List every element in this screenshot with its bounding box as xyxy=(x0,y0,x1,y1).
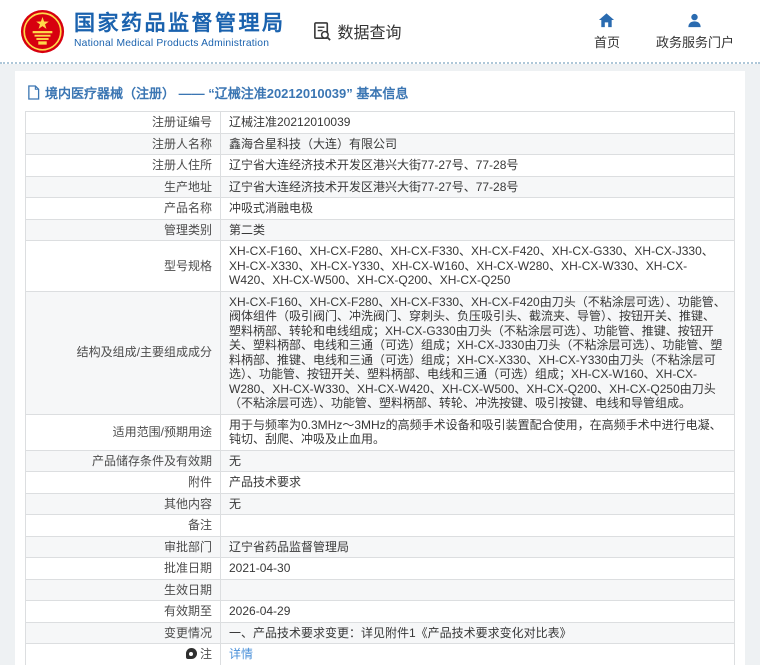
table-row: 管理类别第二类 xyxy=(26,219,735,241)
row-value: XH-CX-F160、XH-CX-F280、XH-CX-F330、XH-CX-F… xyxy=(221,291,735,414)
table-row: 备注 xyxy=(26,515,735,537)
table-row: 注册人名称鑫海合星科技（大连）有限公司 xyxy=(26,133,735,155)
row-label: 产品名称 xyxy=(26,198,221,220)
row-label: 其他内容 xyxy=(26,493,221,515)
row-value: 辽宁省大连经济技术开发区港兴大街77-27号、77-28号 xyxy=(221,155,735,177)
row-label: 有效期至 xyxy=(26,601,221,623)
row-value xyxy=(221,579,735,601)
logo-text-block: 国家药品监督管理局 National Medical Products Admi… xyxy=(74,13,286,48)
site-subtitle: National Medical Products Administration xyxy=(74,38,286,49)
table-row: 产品储存条件及有效期无 xyxy=(26,450,735,472)
row-value: 详情 xyxy=(221,644,735,665)
row-label: 生产地址 xyxy=(26,176,221,198)
breadcrumb: 境内医疗器械（注册） —— “辽械注准20212010039” 基本信息 xyxy=(25,73,735,111)
nav-item-home-label: 首页 xyxy=(594,32,620,51)
row-value: 产品技术要求 xyxy=(221,472,735,494)
row-value: 第二类 xyxy=(221,219,735,241)
table-row: 产品名称冲吸式消融电极 xyxy=(26,198,735,220)
row-label: 备注 xyxy=(26,515,221,537)
row-label: 适用范围/预期用途 xyxy=(26,414,221,450)
row-label: 变更情况 xyxy=(26,622,221,644)
row-value: 2026-04-29 xyxy=(221,601,735,623)
data-query-label: 数据查询 xyxy=(338,19,402,43)
row-label: 附件 xyxy=(26,472,221,494)
row-label: 管理类别 xyxy=(26,219,221,241)
row-label: 产品储存条件及有效期 xyxy=(26,450,221,472)
row-value: 辽宁省大连经济技术开发区港兴大街77-27号、77-28号 xyxy=(221,176,735,198)
row-label: 注册证编号 xyxy=(26,112,221,134)
info-table: 注册证编号辽械注准20212010039注册人名称鑫海合星科技（大连）有限公司注… xyxy=(25,111,735,665)
row-value xyxy=(221,515,735,537)
nav-item-service-portal[interactable]: 政务服务门户 xyxy=(656,12,734,51)
row-value: 用于与频率为0.3MHz～3MHz的高频手术设备和吸引装置配合使用，在高频手术中… xyxy=(221,414,735,450)
row-value: 辽械注准20212010039 xyxy=(221,112,735,134)
table-row: 变更情况一、产品技术要求变更：详见附件1《产品技术要求变化对比表》 xyxy=(26,622,735,644)
table-row: 适用范围/预期用途用于与频率为0.3MHz～3MHz的高频手术设备和吸引装置配合… xyxy=(26,414,735,450)
table-row: 有效期至2026-04-29 xyxy=(26,601,735,623)
table-row: 型号规格XH-CX-F160、XH-CX-F280、XH-CX-F330、XH-… xyxy=(26,241,735,292)
table-row: 生产地址辽宁省大连经济技术开发区港兴大街77-27号、77-28号 xyxy=(26,176,735,198)
table-row: 批准日期2021-04-30 xyxy=(26,558,735,580)
row-label: 注册人名称 xyxy=(26,133,221,155)
table-row: 注册人住所辽宁省大连经济技术开发区港兴大街77-27号、77-28号 xyxy=(26,155,735,177)
row-label: 注 xyxy=(26,644,221,665)
page-body: 境内医疗器械（注册） —— “辽械注准20212010039” 基本信息 注册证… xyxy=(0,64,760,665)
info-table-body: 注册证编号辽械注准20212010039注册人名称鑫海合星科技（大连）有限公司注… xyxy=(26,112,735,665)
row-value: 一、产品技术要求变更：详见附件1《产品技术要求变化对比表》 xyxy=(221,622,735,644)
national-emblem-icon xyxy=(20,9,65,54)
row-value: XH-CX-F160、XH-CX-F280、XH-CX-F330、XH-CX-F… xyxy=(221,241,735,292)
table-row: 生效日期 xyxy=(26,579,735,601)
breadcrumb-text: 境内医疗器械（注册） —— “辽械注准20212010039” 基本信息 xyxy=(45,83,408,102)
site-title: 国家药品监督管理局 xyxy=(74,13,286,35)
table-row: 注册证编号辽械注准20212010039 xyxy=(26,112,735,134)
top-nav: 首页 政务服务门户 xyxy=(594,12,740,51)
row-value: 2021-04-30 xyxy=(221,558,735,580)
document-icon xyxy=(27,85,40,100)
note-icon xyxy=(186,648,197,659)
data-query-nav[interactable]: 数据查询 xyxy=(312,19,402,43)
row-value: 无 xyxy=(221,493,735,515)
row-value: 鑫海合星科技（大连）有限公司 xyxy=(221,133,735,155)
row-label: 审批部门 xyxy=(26,536,221,558)
nav-item-home[interactable]: 首页 xyxy=(594,12,620,51)
table-row: 附件产品技术要求 xyxy=(26,472,735,494)
row-label: 结构及组成/主要组成成分 xyxy=(26,291,221,414)
row-label: 型号规格 xyxy=(26,241,221,292)
row-value: 辽宁省药品监督管理局 xyxy=(221,536,735,558)
table-row: 其他内容无 xyxy=(26,493,735,515)
row-value: 冲吸式消融电极 xyxy=(221,198,735,220)
row-label: 生效日期 xyxy=(26,579,221,601)
content-panel: 境内医疗器械（注册） —— “辽械注准20212010039” 基本信息 注册证… xyxy=(15,71,745,665)
site-header: 国家药品监督管理局 National Medical Products Admi… xyxy=(0,0,760,64)
table-row: 注详情 xyxy=(26,644,735,665)
row-label: 注册人住所 xyxy=(26,155,221,177)
table-row: 结构及组成/主要组成成分XH-CX-F160、XH-CX-F280、XH-CX-… xyxy=(26,291,735,414)
detail-link[interactable]: 详情 xyxy=(229,647,253,661)
table-row: 审批部门辽宁省药品监督管理局 xyxy=(26,536,735,558)
row-value: 无 xyxy=(221,450,735,472)
nmpa-logo[interactable]: 国家药品监督管理局 National Medical Products Admi… xyxy=(20,9,286,54)
user-icon xyxy=(686,12,703,29)
row-label: 批准日期 xyxy=(26,558,221,580)
nav-item-service-portal-label: 政务服务门户 xyxy=(656,32,734,51)
home-icon xyxy=(598,12,615,29)
document-search-icon xyxy=(312,21,333,42)
